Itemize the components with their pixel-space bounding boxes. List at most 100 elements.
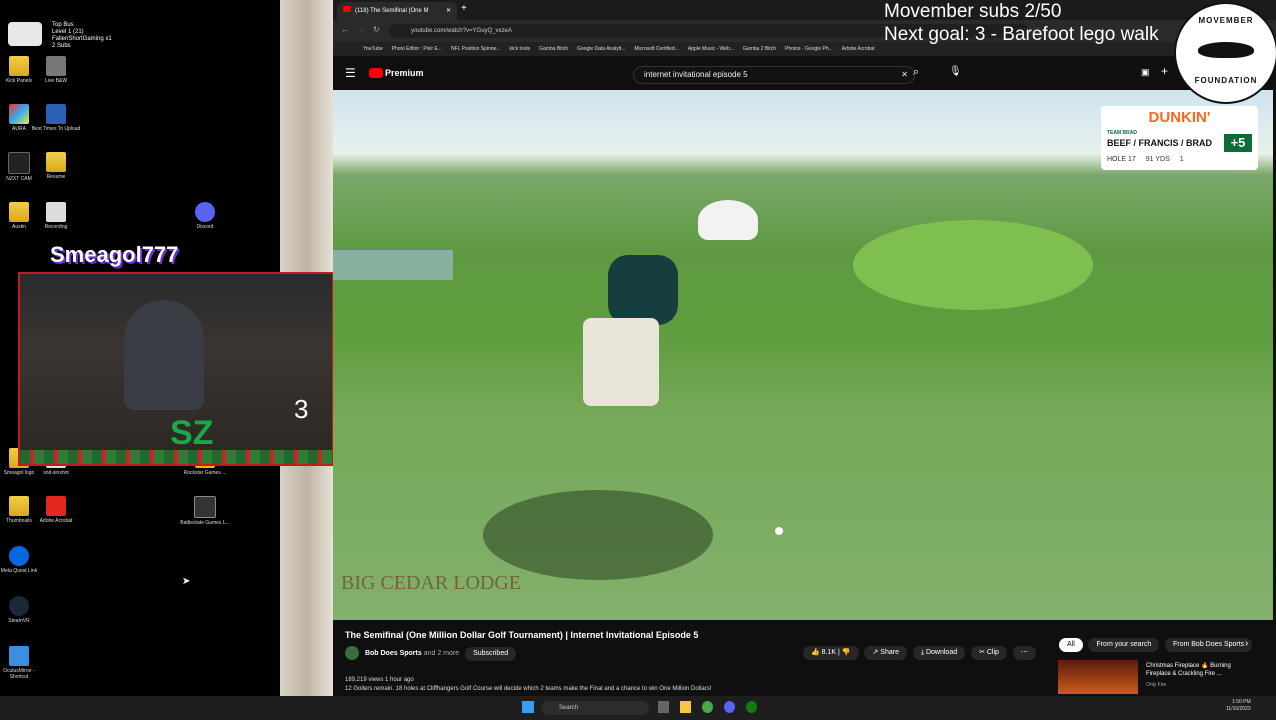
- bookmark-pixlr[interactable]: Photo Editor : Pixlr E...: [392, 46, 442, 52]
- bookmark-microsoft[interactable]: Microsoft Certified...: [634, 46, 678, 52]
- file-explorer-icon[interactable]: [680, 701, 691, 713]
- golfer-shirt: [608, 255, 678, 325]
- channel-name[interactable]: Bob Does Sports: [365, 650, 422, 657]
- chevron-right-icon[interactable]: ›: [1245, 638, 1248, 649]
- big-cedar-lodge-watermark: BIG CEDAR LODGE: [341, 572, 521, 594]
- desktop-icon-live-bw[interactable]: Live B&W: [31, 56, 81, 84]
- bookmark-google-data[interactable]: Google Data Analyti...: [577, 46, 625, 52]
- cast-icon[interactable]: ▣: [1141, 67, 1150, 78]
- movember-badge-top: MOVEMBER: [1198, 16, 1254, 25]
- bookmark-gamba[interactable]: Gamba Bitch: [539, 46, 568, 52]
- microphone-icon[interactable]: 🎙: [949, 66, 962, 77]
- reload-icon[interactable]: ↻: [373, 25, 380, 34]
- share-button[interactable]: ↗ Share: [864, 646, 907, 660]
- xbox-icon[interactable]: [746, 701, 757, 713]
- clock[interactable]: 1:50 PM 11/10/2023: [1226, 699, 1251, 713]
- create-icon[interactable]: +: [1161, 64, 1168, 78]
- sponsor-logo: DUNKIN': [1148, 109, 1211, 126]
- task-view-icon[interactable]: [658, 701, 669, 713]
- bookmark-kick-tools[interactable]: kick tools: [510, 46, 531, 52]
- back-icon[interactable]: ←: [341, 25, 349, 34]
- webcam-overlay: SZ 3: [18, 272, 334, 466]
- desktop-icon-recording[interactable]: Recording: [31, 202, 81, 230]
- top-bus-user: FallenShortGaming x1: [52, 36, 112, 42]
- count-display: 3: [294, 394, 309, 424]
- shot-number: 1: [1179, 156, 1184, 163]
- meta-icon: [9, 546, 29, 566]
- like-button[interactable]: 👍 8.1K | 👎: [803, 646, 859, 660]
- more-actions-icon[interactable]: ⋯: [1012, 646, 1036, 660]
- bookmark-acrobat[interactable]: Adobe Acrobat: [842, 46, 875, 52]
- desktop-icon-oculus-mirror[interactable]: OculusMirror - Shortcut: [0, 646, 44, 680]
- golfer-hat: [698, 200, 758, 240]
- channel-more[interactable]: and 2 more: [424, 650, 459, 657]
- top-bus-widget: Top Bus Level 1 (21) FallenShortGaming x…: [4, 2, 112, 62]
- tab-youtube[interactable]: (118) The Semifinal (One M ✕: [337, 2, 457, 20]
- word-doc-icon: [46, 104, 66, 124]
- taskbar-search[interactable]: Search: [541, 701, 649, 715]
- chrome-icon[interactable]: [702, 701, 713, 713]
- new-tab-icon[interactable]: +: [461, 3, 467, 14]
- golfer-shorts: [583, 318, 659, 406]
- chip-from-search[interactable]: From your search: [1088, 638, 1160, 652]
- oculus-icon: [9, 646, 29, 666]
- description-box[interactable]: 189,219 views 1 hour ago 12 Gollers rema…: [345, 676, 1045, 694]
- nzxt-icon: [8, 152, 30, 174]
- team-label: TEAM BRAD: [1107, 130, 1137, 136]
- menu-icon[interactable]: ☰: [345, 66, 356, 80]
- sz-logo-icon: SZ: [170, 414, 214, 452]
- windows-start-icon[interactable]: [522, 701, 534, 713]
- team-names: BEEF / FRANCIS / BRAD: [1107, 138, 1213, 148]
- hole-number: HOLE 17: [1107, 156, 1136, 163]
- desktop-icon-battlestate[interactable]: Battlestate Games L...: [180, 496, 230, 526]
- bookmark-apple-music[interactable]: Apple Music - Web...: [688, 46, 734, 52]
- acrobat-icon: [46, 496, 66, 516]
- channel-avatar[interactable]: [345, 646, 359, 661]
- recording-icon: [46, 202, 66, 222]
- top-bus-subs: 2 Subs: [52, 43, 71, 49]
- chip-from-channel[interactable]: From Bob Does Sports: [1164, 638, 1253, 652]
- video-description: 12 Gollers remain. 18 holes at Cliffhang…: [345, 686, 712, 692]
- movember-foundation-logo: MOVEMBER FOUNDATION: [1174, 2, 1276, 104]
- close-tab-icon[interactable]: ✕: [446, 2, 451, 20]
- discord-taskbar-icon[interactable]: [724, 701, 735, 713]
- desktop-icon-steamvr[interactable]: SteamVR: [0, 596, 44, 624]
- scoreboard: DUNKIN' TEAM BRAD BEEF / FRANCIS / BRAD …: [1101, 106, 1258, 170]
- bookmark-google-photos[interactable]: Photos - Google Ph...: [785, 46, 833, 52]
- youtube-favicon-icon: [343, 6, 351, 12]
- search-icon[interactable]: ⌕: [913, 66, 919, 79]
- chip-all[interactable]: All: [1059, 638, 1083, 652]
- bookmark-youtube[interactable]: YouTube: [363, 46, 383, 52]
- desktop-icon-meta-quest[interactable]: Meta Quest Link: [0, 546, 44, 574]
- video-player[interactable]: DUNKIN' TEAM BRAD BEEF / FRANCIS / BRAD …: [333, 90, 1273, 620]
- video-title: The Semifinal (One Million Dollar Golf T…: [345, 630, 699, 640]
- download-button[interactable]: ⤓ Download: [912, 646, 966, 660]
- bookmark-nfl[interactable]: NFL Position Spinne...: [451, 46, 501, 52]
- forward-icon[interactable]: →: [357, 25, 365, 34]
- video-meta: 189,219 views 1 hour ago: [345, 677, 414, 683]
- pond: [333, 250, 453, 280]
- channel-row: Bob Does Sports and 2 more Subscribed: [345, 646, 865, 662]
- recommendation-item[interactable]: Christmas Fireplace 🔥 Burning Fireplace …: [1058, 660, 1268, 694]
- golf-ball: [775, 527, 783, 535]
- taskbar: Search 1:50 PM 11/10/2023: [0, 696, 1276, 720]
- streamer-name: Smeagol777: [50, 242, 179, 267]
- aura-icon: [9, 104, 29, 124]
- desktop-icon-best-times[interactable]: Best Times To Upload: [31, 104, 81, 132]
- clip-button[interactable]: ✂ Clip: [971, 646, 1007, 660]
- youtube-logo-icon[interactable]: [369, 68, 383, 78]
- folder-icon: [46, 152, 66, 172]
- steamvr-icon: [9, 596, 29, 616]
- movember-subs-text: Movember subs 2/50: [884, 1, 1062, 22]
- folder-icon: [9, 202, 29, 222]
- bookmark-gamba-2[interactable]: Gamba 2 Bitch: [743, 46, 776, 52]
- desktop-icon-acrobat[interactable]: Adobe Acrobat: [31, 496, 81, 524]
- top-bus-level: Level 1 (21): [52, 29, 84, 35]
- desktop-icon-discord[interactable]: Discord: [180, 202, 230, 230]
- streamer-figure: [124, 300, 204, 410]
- subscribed-button[interactable]: Subscribed: [465, 647, 517, 661]
- clear-search-icon[interactable]: ✕: [901, 67, 908, 83]
- search-input[interactable]: internet invitational episode 5 ✕: [633, 66, 915, 84]
- desktop-icon-resume[interactable]: Resume: [31, 152, 81, 180]
- top-bus-title: Top Bus: [52, 22, 74, 28]
